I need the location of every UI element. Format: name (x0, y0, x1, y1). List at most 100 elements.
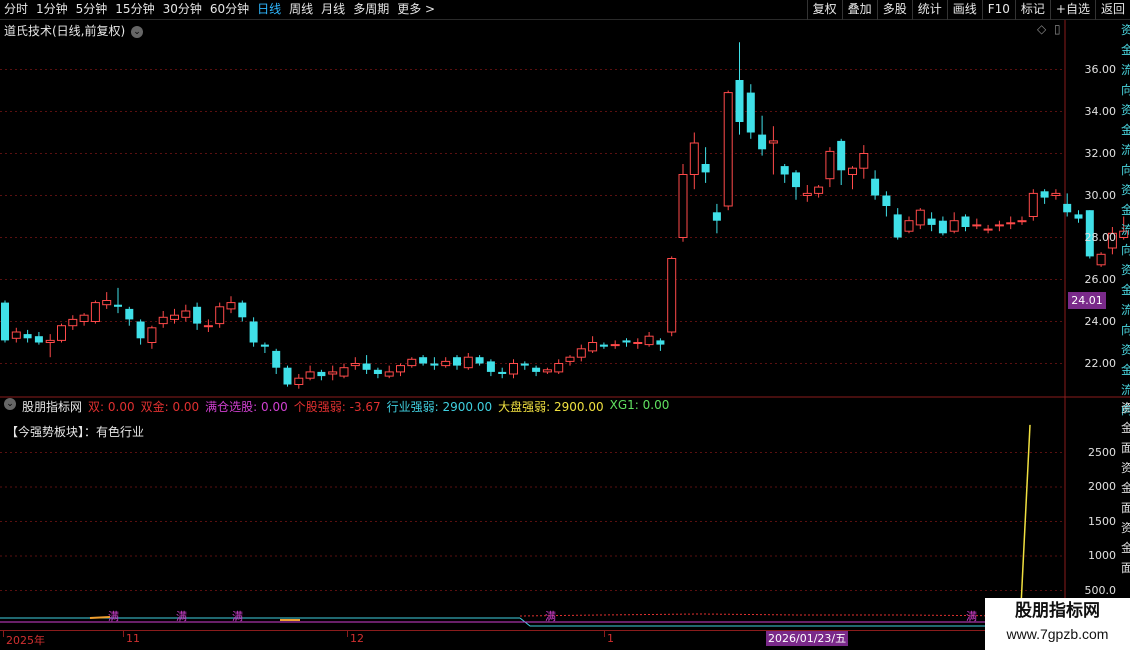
indicator-name[interactable]: 股朋指标网 (22, 398, 82, 415)
candle-body-up (90, 302, 100, 323)
watermark-logo: 股朋指标网 www.7gpzb.com (985, 598, 1130, 650)
candle-body-down (419, 357, 428, 364)
candle-body-up (102, 300, 112, 306)
current-price-marker: 24.01 (1068, 292, 1106, 309)
candle-body-up (509, 363, 518, 375)
period-tabs: 分时 1分钟 5分钟 15分钟 30分钟 60分钟 日线 周线 月线 多周期 更多 > (0, 0, 439, 20)
candlestick-series (1, 42, 1129, 389)
candle-body-up (181, 310, 191, 318)
candle-body-up (215, 306, 225, 325)
candle-body-up (1096, 253, 1106, 266)
y-tick-label: 28.00 (1084, 230, 1117, 244)
toolbar-button[interactable]: 复权 (806, 0, 842, 20)
candle-body-down (622, 340, 631, 343)
market-strength-segment (89, 616, 111, 619)
chevron-down-icon[interactable]: ⌄ (4, 398, 16, 410)
candle-body-up (226, 302, 236, 310)
full-marker: 满 (108, 610, 119, 623)
period-tab[interactable]: 1分钟 (32, 0, 72, 20)
main-chart-title-text: 道氏技术(日线,前复权) (4, 24, 126, 38)
candle-body-up (328, 371, 338, 375)
candle-body-up (983, 228, 993, 231)
period-tab[interactable]: 分时 (0, 0, 32, 20)
main-chart-title[interactable]: 道氏技术(日线,前复权) ⌄ (4, 22, 144, 39)
candle-body-up (158, 316, 168, 325)
candle-body-down (893, 214, 902, 238)
y-tick-label: 36.00 (1084, 62, 1117, 76)
candle-body-down (656, 340, 665, 345)
candle-body-up (350, 363, 360, 367)
candle-body-up (814, 186, 824, 194)
candle-body-down (125, 308, 134, 320)
candle-body-down (272, 350, 281, 368)
grid-layer (0, 20, 1130, 630)
period-tab[interactable]: 15分钟 (111, 0, 158, 20)
candle-body-up (972, 224, 982, 227)
time-axis-tick (123, 631, 124, 637)
candle-body-down (701, 164, 710, 173)
candle-body-up (45, 339, 55, 343)
toolbar-button[interactable]: 返回 (1094, 0, 1130, 20)
panel-toggle-icon[interactable]: ▯ (1054, 22, 1061, 36)
candle-body-down (792, 172, 800, 188)
candle-body-up (57, 325, 66, 341)
candle-body-up (689, 142, 699, 175)
candle-body-up (407, 358, 417, 367)
period-tab[interactable]: 更多 > (393, 0, 439, 20)
diamond-icon[interactable]: ◇ (1037, 22, 1046, 36)
period-tab[interactable]: 5分钟 (72, 0, 112, 20)
full-marker: 满 (176, 610, 187, 623)
indicator-y-tick-label: 500.0 (1084, 583, 1117, 597)
candle-body-up (384, 371, 394, 377)
candle-body-up (339, 367, 349, 377)
candle-body-down (780, 166, 789, 175)
candle-body-down (34, 336, 43, 343)
time-axis-label: 2025年 (6, 634, 45, 647)
y-tick-label: 30.00 (1084, 188, 1117, 202)
toolbar-button[interactable]: 多股 (876, 0, 912, 20)
candle-body-down (927, 218, 936, 225)
candle-body-down (712, 212, 721, 221)
toolbar-button[interactable]: 标记 (1014, 0, 1050, 20)
period-tab[interactable]: 月线 (317, 0, 349, 20)
candle-body-down (136, 321, 145, 339)
period-tab[interactable]: 周线 (285, 0, 317, 20)
strong-sector-label: 【今强势板块】：有色行业 (6, 425, 145, 439)
toolbar-button[interactable]: 叠加 (841, 0, 877, 20)
candle-body-up (147, 327, 157, 343)
time-axis-tick (604, 631, 605, 637)
time-axis-label: 11 (126, 632, 140, 645)
y-tick-label: 34.00 (1084, 104, 1117, 118)
toolbar-button[interactable]: 画线 (946, 0, 982, 20)
candle-body-up (68, 318, 78, 327)
toolbar-button[interactable]: F10 (981, 0, 1015, 20)
candle-body-down (1040, 191, 1049, 198)
candle-body-down (498, 371, 507, 374)
indicator-value: 双金: 0.00 (140, 400, 200, 414)
candle-body-down (362, 363, 371, 370)
candle-body-down (871, 178, 880, 196)
candle-body-up (915, 209, 925, 226)
period-tab[interactable]: 30分钟 (159, 0, 206, 20)
candle-body-down (520, 363, 529, 366)
candle-body-down (283, 367, 292, 385)
toolbar-button[interactable]: +自选 (1049, 0, 1095, 20)
period-tab[interactable]: 60分钟 (206, 0, 253, 20)
candle-body-up (678, 174, 688, 238)
period-tab[interactable]: 日线 (253, 0, 285, 20)
candle-body-down (837, 140, 846, 171)
chevron-down-icon[interactable]: ⌄ (131, 25, 144, 38)
candle-body-down (735, 80, 744, 122)
toolbar-button[interactable]: 统计 (911, 0, 947, 20)
candle-body-down (260, 344, 269, 347)
right-side-strip-lower[interactable]: 资金面资金面资金面 (1121, 398, 1130, 598)
right-tool-buttons: 复权 叠加 多股 统计 画线 F10 标记 +自选 返回 (806, 0, 1130, 20)
candle-body-down (430, 363, 439, 366)
candle-body-up (441, 360, 451, 367)
candle-body-down (23, 334, 32, 339)
chart-canvas: 满满满满满 (0, 20, 1130, 630)
indicator-series: 满满满满满 (0, 424, 1031, 627)
period-tab[interactable]: 多周期 (349, 0, 393, 20)
market-strength-line (1019, 424, 1031, 627)
indicator-y-tick-label: 1000 (1088, 549, 1116, 562)
